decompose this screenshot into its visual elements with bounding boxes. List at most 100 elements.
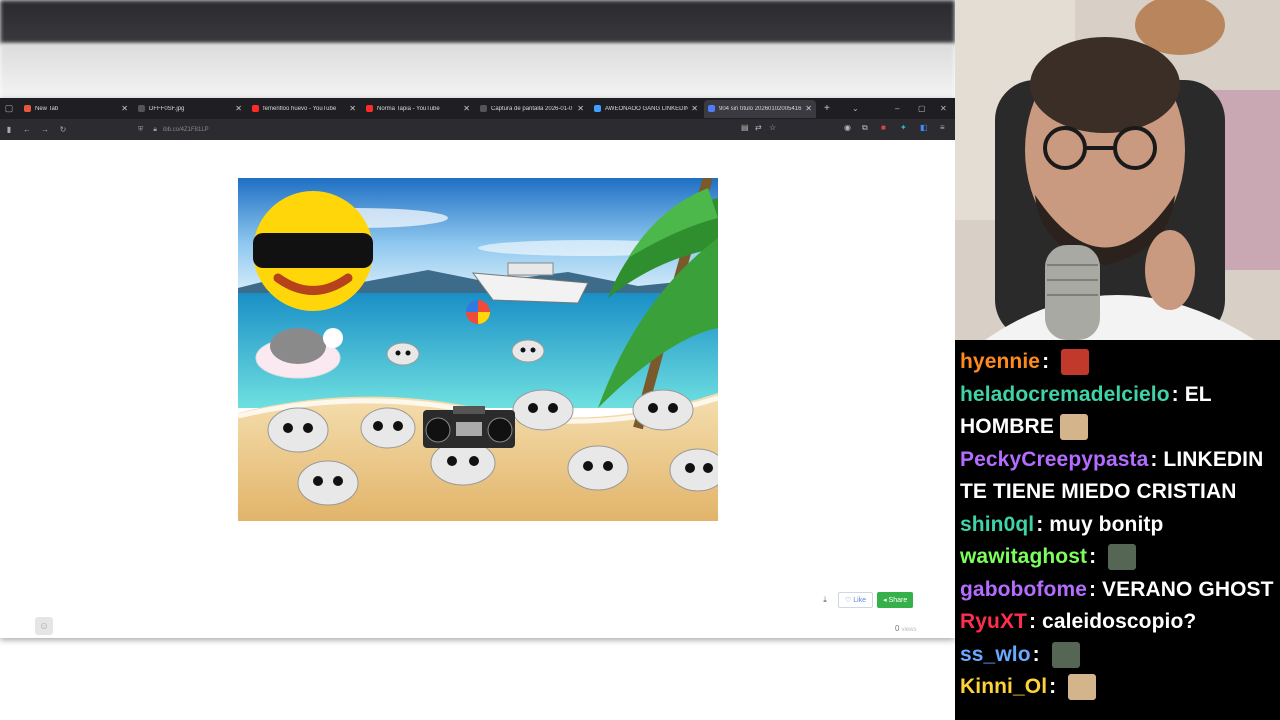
minimize-icon[interactable]: – <box>895 98 899 119</box>
tab-5[interactable]: AWEONAOO GANG LINKEDIN ✕ <box>590 100 702 118</box>
tab-close-icon[interactable]: ✕ <box>805 104 812 113</box>
views-label: views <box>901 627 917 633</box>
chat-username[interactable]: shin0ql <box>960 513 1034 536</box>
tab-close-icon[interactable]: ✕ <box>463 104 470 113</box>
tab-0[interactable]: New Tab ✕ <box>20 100 132 118</box>
back-icon[interactable]: ← <box>18 119 36 140</box>
tab-actions-icon[interactable]: ▢ <box>0 98 18 119</box>
chat-message: heladocremadelcielo: EL HOMBRE <box>960 379 1280 444</box>
share-button[interactable]: ◂ Share <box>877 592 914 608</box>
chat-message: wawitaghost: <box>960 541 1280 574</box>
chat-message: PeckyCreepypasta: LINKEDIN TE TIENE MIED… <box>960 444 1280 509</box>
image-actions: ⤓ ♡ Like ◂ Share <box>816 592 914 608</box>
beach-meme-image <box>238 178 718 521</box>
extension-blue-icon[interactable]: ◧ <box>920 123 928 132</box>
screen-capture: ▢ New Tab ✕ DFFF0SF.jpg ✕ femenfloo huevo - … <box>0 0 955 720</box>
extension-teal-icon[interactable]: ✦ <box>900 123 907 132</box>
forward-icon[interactable]: → <box>36 119 54 140</box>
chat-message: shin0ql: muy bonitp <box>960 509 1280 542</box>
tab-label: Captura de pantalla 2026-01-0 <box>491 105 573 112</box>
views-count: 0 <box>895 624 900 633</box>
tab-close-icon[interactable]: ✕ <box>121 104 128 113</box>
tab-favicon-icon <box>708 105 715 112</box>
chat-separator: : <box>1089 545 1103 568</box>
streamer-webcam-image <box>955 0 1280 340</box>
tab-list-icon[interactable]: ⌄ <box>852 98 859 119</box>
heart-icon: ♡ <box>845 597 854 604</box>
extension-red-icon[interactable]: ■ <box>881 123 886 132</box>
tab-1[interactable]: DFFF0SF.jpg ✕ <box>134 100 246 118</box>
address-bar[interactable]: ⛨ 🔒︎ ibb.co/4Z1F81LP <box>134 122 784 137</box>
browser-window: ▢ New Tab ✕ DFFF0SF.jpg ✕ femenfloo huevo - … <box>0 98 955 638</box>
chat-message: gabobofome: VERANO GHOST <box>960 574 1280 607</box>
chat-separator: : <box>1036 512 1050 536</box>
chat-text: VERANO GHOST <box>1102 577 1274 601</box>
chat-separator: : <box>1029 610 1043 633</box>
url-text: ibb.co/4Z1F81LP <box>162 126 209 133</box>
chat-separator: : <box>1089 577 1103 601</box>
new-tab-button[interactable]: + <box>824 103 830 114</box>
like-label: Like <box>853 596 867 604</box>
bookmark-star-icon[interactable]: ☆ <box>769 123 776 132</box>
tab-close-icon[interactable]: ✕ <box>577 104 584 113</box>
chat-emote-icon <box>1068 674 1097 701</box>
sidebar-icon[interactable]: ▮ <box>0 119 18 140</box>
tab-2[interactable]: femenfloo huevo - YouTube ✕ <box>248 100 360 118</box>
chat-emote-icon <box>1051 641 1080 668</box>
chat-username[interactable]: hyennie <box>960 350 1040 373</box>
tab-bar: ▢ New Tab ✕ DFFF0SF.jpg ✕ femenfloo huevo - … <box>0 98 955 119</box>
tab-label: Norma Tapia - YouTube <box>377 105 440 112</box>
chat-panel: hyennie: heladocremadelcielo: EL HOMBRE P… <box>955 340 1280 720</box>
tab-6[interactable]: 904 sin título 20260102005416 ✕ <box>704 99 816 118</box>
tab-favicon-icon <box>366 105 373 112</box>
tab-label: AWEONAOO GANG LINKEDIN <box>605 105 689 112</box>
tab-close-icon[interactable]: ✕ <box>349 104 356 113</box>
reader-view-icon[interactable]: ▤ <box>741 123 749 132</box>
tab-favicon-icon <box>252 105 259 112</box>
chat-username[interactable]: PeckyCreepypasta <box>960 448 1148 471</box>
tab-favicon-icon <box>24 105 31 112</box>
chat-text: caleidoscopio? <box>1042 610 1197 633</box>
shield-icon: ⛨ <box>138 125 144 133</box>
tab-favicon-icon <box>480 105 487 112</box>
chat-message: RyuXT: caleidoscopio? <box>960 606 1280 639</box>
chat-separator: : <box>1042 350 1056 373</box>
chat-username[interactable]: heladocremadelcielo <box>960 383 1170 406</box>
hosted-image[interactable] <box>238 178 718 521</box>
reload-icon[interactable]: ↻ <box>54 119 72 140</box>
chat-separator: : <box>1150 447 1164 471</box>
views-counter: 0 views <box>895 624 916 633</box>
chat-emote-icon <box>1059 414 1088 441</box>
chat-separator: : <box>1049 675 1063 698</box>
tab-favicon-icon <box>138 105 145 112</box>
like-button[interactable]: ♡ Like <box>838 592 874 608</box>
chat-separator: : <box>1171 382 1185 406</box>
tab-4[interactable]: Captura de pantalla 2026-01-0 ✕ <box>476 100 588 118</box>
chat-username[interactable]: Kinni_Ol <box>960 675 1047 698</box>
tab-favicon-icon <box>594 105 601 112</box>
tab-label: DFFF0SF.jpg <box>149 105 185 112</box>
smiley-icon[interactable]: ☺ <box>35 617 53 635</box>
chat-message: hyennie: <box>960 346 1280 379</box>
extensions-icon[interactable]: ⧉ <box>862 123 868 133</box>
maximize-icon[interactable]: ▢ <box>918 98 926 119</box>
tab-close-icon[interactable]: ✕ <box>235 104 242 113</box>
menu-icon[interactable]: ≡ <box>940 123 945 132</box>
chat-separator: : <box>1032 642 1046 666</box>
account-icon[interactable]: ◉ <box>844 123 851 132</box>
chat-message: Kinni_Ol: <box>960 671 1280 704</box>
download-icon[interactable]: ⤓ <box>816 592 834 608</box>
translate-icon[interactable]: ⇄ <box>755 123 762 132</box>
chat-username[interactable]: ss_wlo <box>960 643 1031 666</box>
chat-username[interactable]: gabobofome <box>960 578 1087 601</box>
chat-username[interactable]: RyuXT <box>960 610 1027 633</box>
image-page: ⤓ ♡ Like ◂ Share 0 views ☺ <box>0 140 955 638</box>
tab-3[interactable]: Norma Tapia - YouTube ✕ <box>362 100 474 118</box>
webcam-feed <box>955 0 1280 340</box>
background-window-blurred <box>0 0 955 44</box>
close-window-icon[interactable]: ✕ <box>940 98 947 119</box>
tabs: New Tab ✕ DFFF0SF.jpg ✕ femenfloo huevo - Yo… <box>18 99 816 118</box>
tab-label: femenfloo huevo - YouTube <box>263 105 337 112</box>
tab-close-icon[interactable]: ✕ <box>691 104 698 113</box>
chat-username[interactable]: wawitaghost <box>960 545 1087 568</box>
